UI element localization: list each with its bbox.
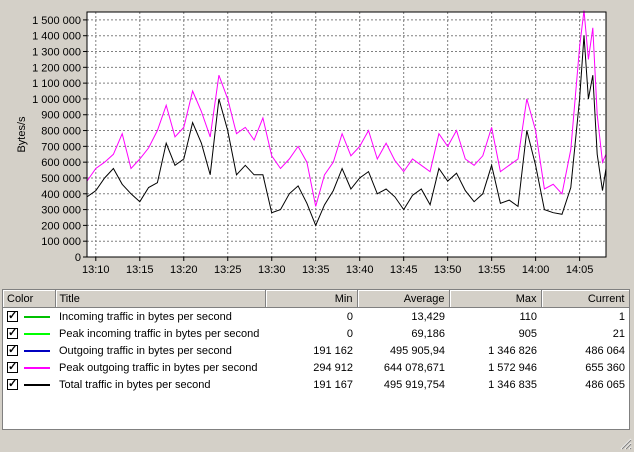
y-tick-label: 500 000 <box>41 173 81 185</box>
series-color-swatch <box>24 366 50 369</box>
legend-average: 495 919,754 <box>383 378 445 391</box>
resize-grip-icon[interactable] <box>620 438 632 450</box>
series-color-swatch <box>24 332 50 335</box>
column-header-color[interactable]: Color <box>3 290 56 308</box>
legend-min: 191 162 <box>313 344 353 357</box>
legend-min: 294 912 <box>313 361 353 374</box>
x-tick-label: 13:10 <box>82 264 110 276</box>
visibility-checkbox[interactable] <box>7 326 18 340</box>
visibility-checkbox[interactable] <box>7 343 18 357</box>
traffic-chart: 0 100 000 200 000 300 000 400 000 500 000 600 … <box>16 10 607 276</box>
legend-current: 21 <box>612 327 625 340</box>
x-tick-label: 13:50 <box>434 264 462 276</box>
legend-color-cell <box>3 308 55 326</box>
x-tick-label: 13:25 <box>214 264 242 276</box>
y-tick-label: 100 000 <box>41 236 81 248</box>
y-tick-label: 1 400 000 <box>32 31 81 43</box>
y-tick-label: 1 500 000 <box>32 15 81 27</box>
x-tick-label: 14:05 <box>566 264 594 276</box>
legend-row[interactable]: Peak incoming traffic in bytes per secon… <box>3 325 629 342</box>
legend-current: 1 <box>618 310 625 323</box>
series-color-swatch <box>24 349 50 352</box>
y-tick-label: 900 000 <box>41 110 81 122</box>
y-tick-label: 300 000 <box>41 205 81 217</box>
x-tick-label: 13:30 <box>258 264 286 276</box>
x-tick-label: 13:35 <box>302 264 330 276</box>
legend-row[interactable]: Outgoing traffic in bytes per second 191 … <box>3 342 629 359</box>
legend-max: 1 346 835 <box>488 378 537 391</box>
column-header-title[interactable]: Title <box>55 290 266 308</box>
legend-color-cell <box>3 342 55 359</box>
series-color-swatch <box>24 383 50 386</box>
y-tick-label: 400 000 <box>41 189 81 201</box>
y-tick-label: 800 000 <box>41 126 81 138</box>
legend-average: 644 078,671 <box>383 361 445 374</box>
legend-average: 13,429 <box>411 310 445 323</box>
column-header-min[interactable]: Min <box>265 290 358 308</box>
legend-row[interactable]: Total traffic in bytes per second 191 167… <box>3 376 629 393</box>
legend-title: Total traffic in bytes per second <box>59 378 211 391</box>
legend-max: 110 <box>519 310 537 323</box>
legend-max: 1 346 826 <box>488 344 537 357</box>
legend-average: 495 905,94 <box>389 344 445 357</box>
x-tick-label: 13:15 <box>126 264 154 276</box>
legend-max: 905 <box>518 327 537 340</box>
y-tick-label: 0 <box>75 252 81 264</box>
x-tick-label: 13:55 <box>478 264 506 276</box>
legend-table: Color Title Min Average Max Current Inco… <box>3 290 630 393</box>
y-tick-label: 1 000 000 <box>32 94 81 106</box>
column-header-current[interactable]: Current <box>541 290 630 308</box>
legend-color-cell <box>3 325 55 342</box>
series-color-swatch <box>24 315 50 318</box>
legend-title: Incoming traffic in bytes per second <box>59 310 232 323</box>
legend-table-panel: Color Title Min Average Max Current Inco… <box>2 289 630 430</box>
x-tick-label: 14:00 <box>522 264 550 276</box>
y-tick-label: 200 000 <box>41 220 81 232</box>
y-tick-label: 600 000 <box>41 157 81 169</box>
status-bar <box>0 432 634 452</box>
legend-header-row: Color Title Min Average Max Current <box>3 290 630 308</box>
y-tick-label: 1 300 000 <box>32 47 81 59</box>
column-header-max[interactable]: Max <box>449 290 542 308</box>
legend-max: 1 572 946 <box>488 361 537 374</box>
column-header-average[interactable]: Average <box>357 290 450 308</box>
chart-panel: 0 100 000 200 000 300 000 400 000 500 000 600 … <box>0 0 634 284</box>
legend-title: Peak incoming traffic in bytes per secon… <box>59 327 260 340</box>
legend-color-cell <box>3 359 55 376</box>
legend-color-cell <box>3 376 55 393</box>
legend-average: 69,186 <box>411 327 445 340</box>
legend-row[interactable]: Incoming traffic in bytes per second 0 13,… <box>3 308 629 326</box>
legend-current: 486 064 <box>585 344 625 357</box>
legend-min: 191 167 <box>313 378 353 391</box>
legend-title: Outgoing traffic in bytes per second <box>59 344 232 357</box>
legend-title: Peak outgoing traffic in bytes per secon… <box>59 361 258 374</box>
x-tick-label: 13:40 <box>346 264 374 276</box>
legend-current: 655 360 <box>585 361 625 374</box>
y-tick-label: 1 100 000 <box>32 78 81 90</box>
y-tick-label: 1 200 000 <box>32 62 81 74</box>
legend-current: 486 065 <box>585 378 625 391</box>
y-axis-label: Bytes/s <box>16 116 28 153</box>
x-tick-label: 13:45 <box>390 264 418 276</box>
visibility-checkbox[interactable] <box>7 360 18 374</box>
legend-row[interactable]: Peak outgoing traffic in bytes per secon… <box>3 359 629 376</box>
y-tick-label: 700 000 <box>41 141 81 153</box>
legend-min: 0 <box>346 327 353 340</box>
x-tick-label: 13:20 <box>170 264 198 276</box>
visibility-checkbox[interactable] <box>7 309 18 323</box>
visibility-checkbox[interactable] <box>7 377 18 391</box>
legend-min: 0 <box>346 310 353 323</box>
